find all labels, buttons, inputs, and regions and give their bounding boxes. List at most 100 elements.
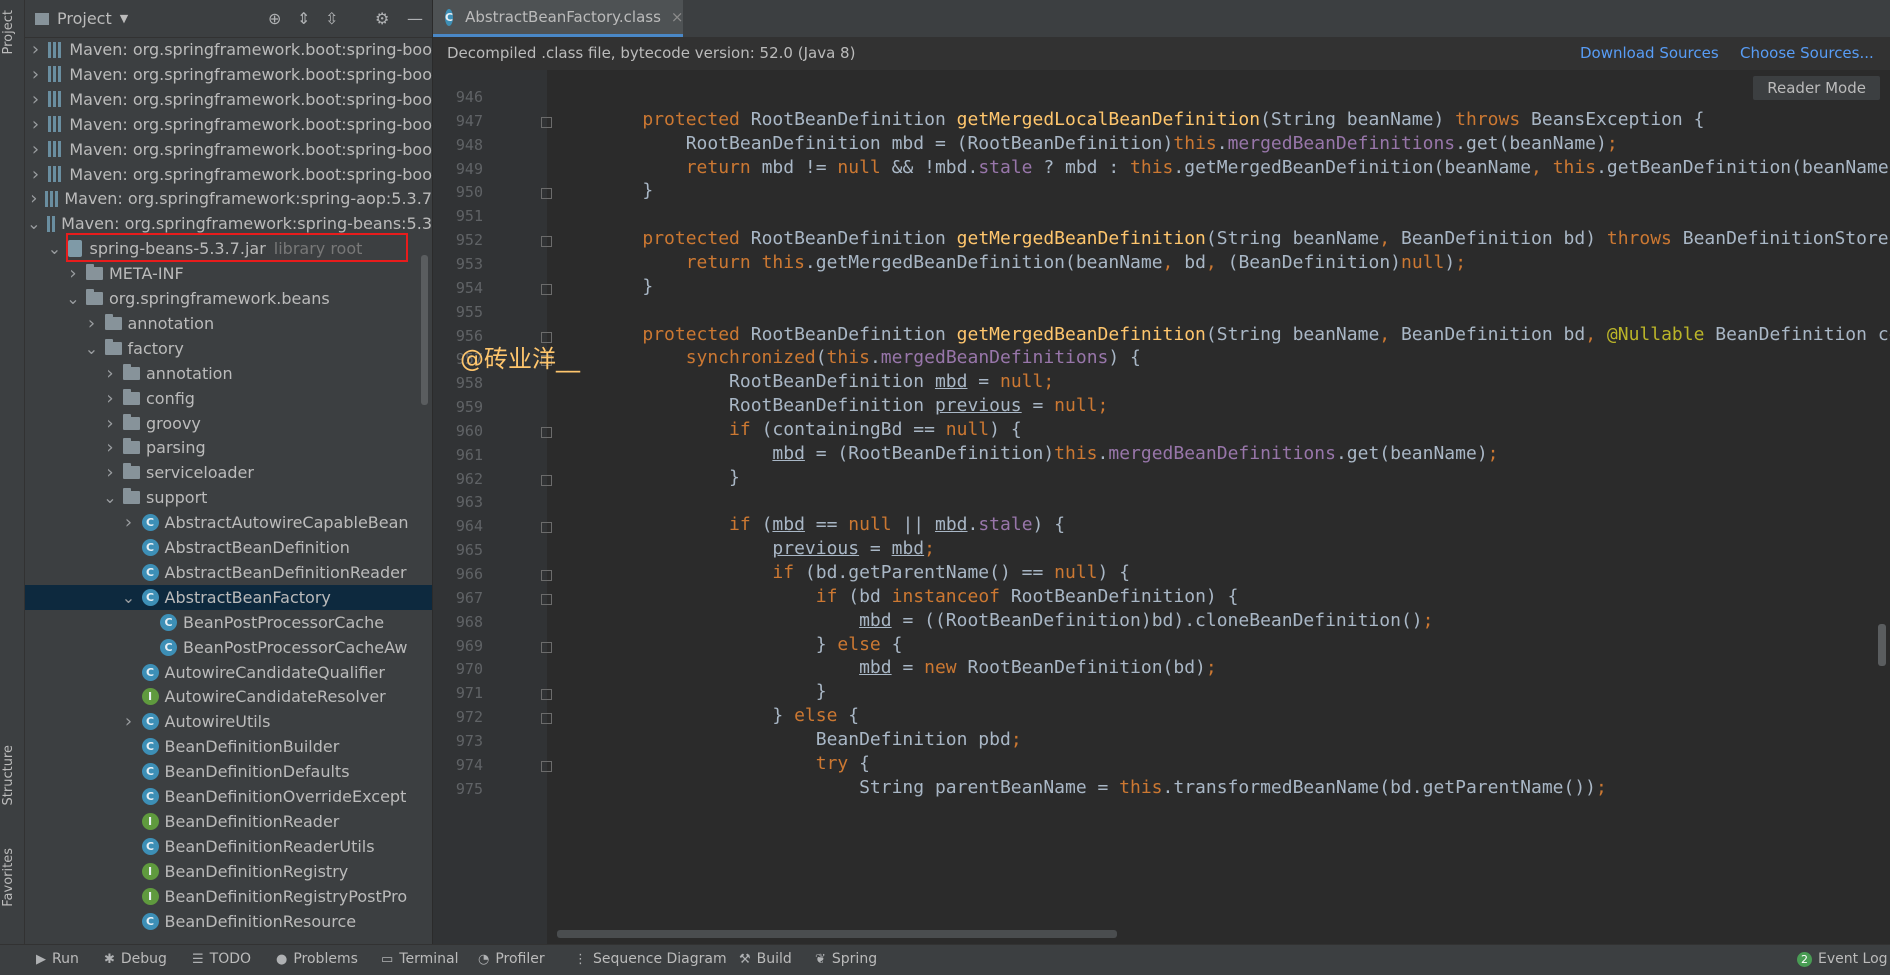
tree-item[interactable]: ⌄ C AbstractBeanFactory [25, 584, 432, 610]
tree-item[interactable]: › annotation [25, 361, 432, 386]
profiler-tool-button[interactable]: ◔ Profiler [478, 951, 545, 967]
fold-marker-icon[interactable] [541, 689, 552, 701]
tree-item[interactable]: C AbstractBeanDefinitionReader [25, 560, 432, 585]
fold-marker-icon[interactable] [541, 570, 552, 581]
reader-mode-button[interactable]: Reader Mode [1753, 76, 1880, 100]
tree-item[interactable]: › annotation [25, 311, 432, 336]
tree-item[interactable]: › Maven: org.springframework.boot:spring-… [25, 62, 432, 87]
chevron-down-icon[interactable]: ⌄ [48, 239, 62, 258]
chevron-down-icon[interactable]: ⌄ [66, 289, 80, 308]
chevron-right-icon[interactable]: › [122, 512, 136, 533]
debug-tool-button[interactable]: ✱ Debug [104, 951, 167, 967]
choose-sources-link[interactable]: Choose Sources... [1740, 44, 1874, 62]
tree-item[interactable]: › Maven: org.springframework.boot:spring-… [25, 37, 432, 62]
collapse-all-icon[interactable]: ⇳ [325, 9, 338, 28]
tree-item[interactable]: › Maven: org.springframework.boot:spring-… [25, 137, 432, 162]
chevron-right-icon[interactable]: › [103, 388, 117, 409]
project-view-selector[interactable]: Project ▼ [35, 9, 128, 28]
fold-marker-icon[interactable] [541, 283, 552, 295]
chevron-right-icon[interactable]: › [122, 711, 136, 732]
fold-marker-icon[interactable] [541, 593, 552, 605]
tree-item-label: META-INF [109, 264, 184, 284]
code-token: . [967, 514, 979, 536]
tree-item[interactable]: C AbstractBeanDefinition [25, 535, 432, 560]
tree-item[interactable]: C BeanDefinitionOverrideExcept [25, 784, 432, 809]
tree-item[interactable]: C BeanDefinitionResource [25, 909, 432, 934]
event-log-button[interactable]: 2 Event Log [1797, 951, 1888, 967]
editor-horizontal-scrollbar[interactable] [557, 930, 1117, 938]
favorites-tool-tab[interactable]: Favorites [1, 848, 16, 907]
tree-item[interactable]: › serviceloader [25, 460, 432, 485]
tree-item[interactable]: › Maven: org.springframework.boot:spring-… [25, 112, 432, 137]
fold-marker-icon[interactable] [541, 641, 552, 653]
project-tool-tab[interactable]: Project [1, 10, 16, 54]
tree-item[interactable]: › parsing [25, 435, 432, 460]
editor-vertical-scrollbar[interactable] [1878, 624, 1886, 666]
fold-marker-icon[interactable] [541, 713, 552, 725]
chevron-right-icon[interactable]: › [29, 64, 42, 85]
build-tool-button[interactable]: ⚒ Build [739, 951, 792, 967]
tree-item[interactable]: › Maven: org.springframework:spring-aop:5… [25, 186, 432, 211]
fold-marker-icon[interactable] [541, 522, 552, 534]
locate-target-icon[interactable]: ⊕ [268, 9, 281, 28]
expand-all-icon[interactable]: ⇕ [297, 9, 310, 28]
chevron-right-icon[interactable]: › [103, 413, 117, 434]
tree-scrollbar[interactable] [421, 255, 428, 405]
tree-item[interactable]: ⌄ org.springframework.beans [25, 286, 432, 311]
tab-abstract-bean-factory[interactable]: C AbstractBeanFactory.class × [433, 0, 684, 37]
tree-item[interactable]: ⌄ factory [25, 336, 432, 361]
tree-item[interactable]: C BeanDefinitionDefaults [25, 759, 432, 784]
spring-tool-button[interactable]: ❦ Spring [815, 951, 877, 967]
problems-tool-button[interactable]: ● Problems [276, 951, 358, 967]
tree-item[interactable]: › C AbstractAutowireCapableBean [25, 510, 432, 535]
class-icon: C [141, 738, 159, 756]
tree-item[interactable]: › Maven: org.springframework.boot:spring-… [25, 87, 432, 112]
tree-item[interactable]: C AutowireCandidateQualifier [25, 660, 432, 685]
fold-marker-icon[interactable] [541, 116, 552, 128]
chevron-right-icon[interactable]: › [103, 363, 117, 384]
structure-tool-tab[interactable]: Structure [1, 745, 16, 805]
fold-marker-icon[interactable] [541, 760, 552, 772]
fold-marker-icon[interactable] [541, 426, 552, 438]
chevron-right-icon[interactable]: › [28, 188, 39, 209]
chevron-right-icon[interactable]: › [29, 164, 42, 185]
fold-marker-icon[interactable] [541, 188, 552, 200]
tree-item[interactable]: I AutowireCandidateResolver [25, 684, 432, 709]
chevron-right-icon[interactable]: › [103, 437, 117, 458]
tree-item[interactable]: › groovy [25, 411, 432, 436]
tree-item[interactable]: › C AutowireUtils [25, 709, 432, 734]
fold-marker-icon[interactable] [541, 236, 552, 248]
code-token: .getMergedBeanDefinition(beanName [1173, 156, 1532, 178]
tree-item[interactable]: ⌄ support [25, 485, 432, 510]
fold-marker-icon[interactable] [541, 474, 552, 486]
run-tool-button[interactable]: ▶ Run [36, 951, 79, 967]
terminal-tool-button[interactable]: ▭ Terminal [381, 951, 458, 967]
chevron-right-icon[interactable]: › [103, 462, 117, 483]
sequence-diagram-tool-button[interactable]: ⋮ Sequence Diagram [574, 951, 727, 967]
chevron-down-icon[interactable]: ⌄ [27, 214, 40, 233]
tree-item[interactable]: I BeanDefinitionRegistry [25, 859, 432, 884]
close-icon[interactable]: × [671, 8, 684, 26]
chevron-right-icon[interactable]: › [66, 263, 80, 284]
chevron-right-icon[interactable]: › [29, 114, 42, 135]
chevron-down-icon[interactable]: ⌄ [85, 339, 99, 358]
tree-item[interactable]: C BeanDefinitionReaderUtils [25, 834, 432, 859]
tree-item[interactable]: › config [25, 386, 432, 411]
todo-tool-button[interactable]: ☰ TODO [192, 951, 251, 967]
tree-item[interactable]: I BeanDefinitionReader [25, 809, 432, 834]
tree-item[interactable]: C BeanPostProcessorCacheAw [25, 635, 432, 660]
tree-item[interactable]: C BeanPostProcessorCache [25, 610, 432, 635]
chevron-right-icon[interactable]: › [29, 139, 42, 160]
chevron-right-icon[interactable]: › [29, 39, 42, 60]
gear-icon[interactable]: ⚙ [375, 9, 389, 28]
tree-item[interactable]: › Maven: org.springframework.boot:spring-… [25, 162, 432, 187]
chevron-right-icon[interactable]: › [29, 89, 42, 110]
minimize-icon[interactable]: — [407, 9, 423, 28]
download-sources-link[interactable]: Download Sources [1580, 44, 1719, 62]
tree-item[interactable]: I BeanDefinitionRegistryPostPro [25, 884, 432, 909]
chevron-right-icon[interactable]: › [85, 313, 99, 334]
tree-item[interactable]: › META-INF [25, 261, 432, 286]
chevron-down-icon[interactable]: ⌄ [122, 588, 136, 607]
chevron-down-icon[interactable]: ⌄ [103, 488, 117, 507]
tree-item[interactable]: C BeanDefinitionBuilder [25, 734, 432, 759]
